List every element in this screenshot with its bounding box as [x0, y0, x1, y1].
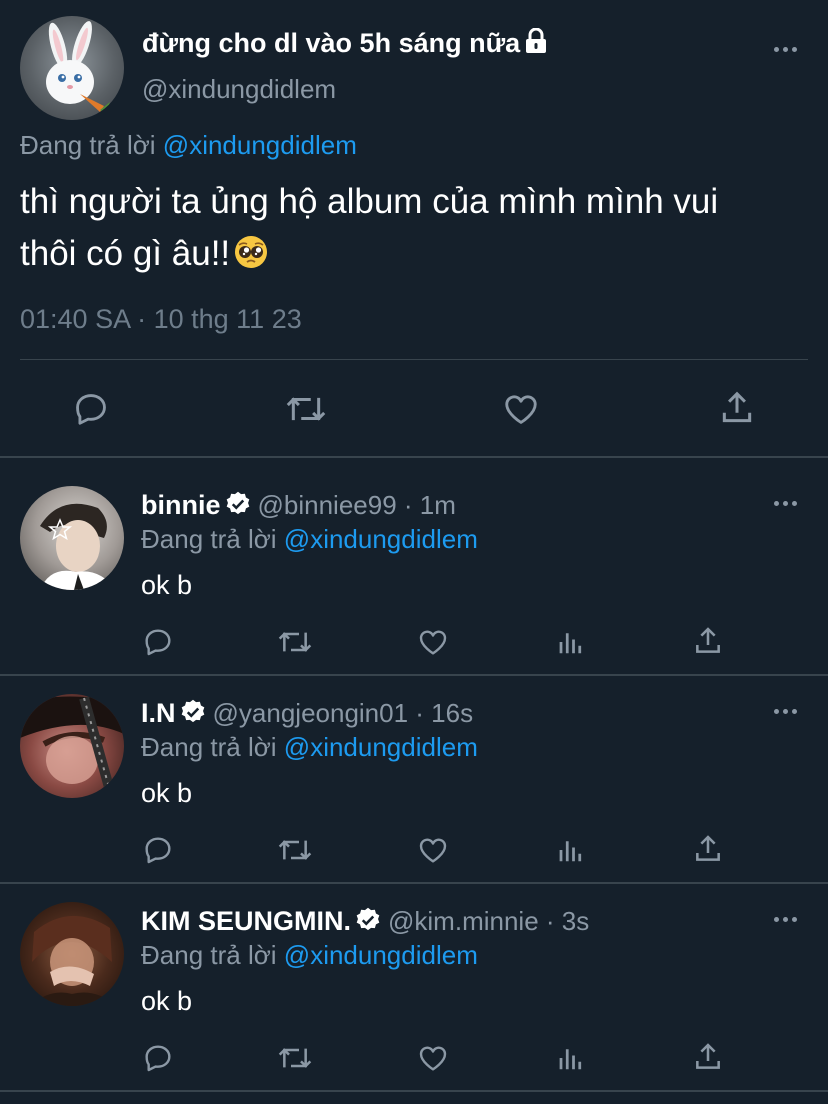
- share-icon[interactable]: [718, 389, 756, 427]
- divider: [20, 359, 808, 360]
- display-name[interactable]: binnie @binniee99 · 1m: [141, 490, 456, 525]
- retweet-icon[interactable]: [285, 390, 327, 428]
- share-icon[interactable]: [692, 833, 724, 865]
- replying-to-mention[interactable]: @xindungdidlem: [284, 940, 478, 970]
- reply-icon[interactable]: [142, 1042, 174, 1074]
- tweet-text-line-content: thôi có gì âu!!: [20, 234, 231, 273]
- retweet-icon[interactable]: [277, 626, 313, 658]
- user-handle[interactable]: @xindungdidlem: [142, 74, 336, 105]
- verified-badge-icon: [354, 906, 382, 941]
- replying-to-mention[interactable]: @xindungdidlem: [163, 130, 357, 160]
- analytics-icon[interactable]: [556, 1043, 586, 1073]
- more-options-icon[interactable]: [772, 498, 802, 508]
- divider: [0, 456, 828, 458]
- user-handle[interactable]: @binniee99 · 1m: [258, 490, 456, 520]
- display-name-text: KIM SEUNGMIN.: [141, 906, 352, 936]
- replying-to: Đang trả lời @xindungdidlem: [141, 940, 478, 971]
- share-icon[interactable]: [692, 1041, 724, 1073]
- more-options-icon[interactable]: [772, 914, 802, 924]
- divider: [0, 882, 828, 884]
- bunny-avatar-image: [46, 21, 110, 114]
- replying-to-label: Đang trả lời: [141, 940, 277, 970]
- retweet-icon[interactable]: [277, 1042, 313, 1074]
- share-icon[interactable]: [692, 625, 724, 657]
- like-icon[interactable]: [416, 834, 450, 866]
- tweet-text: thì người ta ủng hộ album của mình mình …: [20, 176, 810, 284]
- replying-to: Đang trả lời @xindungdidlem: [141, 524, 478, 555]
- user-handle[interactable]: @kim.minnie · 3s: [388, 906, 589, 936]
- verified-badge-icon: [179, 698, 207, 733]
- reply-icon[interactable]: [142, 626, 174, 658]
- display-name[interactable]: đừng cho dl vào 5h sáng nữa: [142, 27, 548, 61]
- tweet-text: ok b: [141, 986, 193, 1016]
- more-options-icon[interactable]: [772, 706, 802, 716]
- like-icon[interactable]: [416, 1042, 450, 1074]
- display-name-text: đừng cho dl vào 5h sáng nữa: [142, 28, 521, 58]
- replying-to-label: Đang trả lời: [141, 524, 277, 554]
- analytics-icon[interactable]: [556, 835, 586, 865]
- tweet-text-line-2: thôi có gì âu!!: [20, 228, 810, 284]
- replying-to: Đang trả lời @xindungdidlem: [141, 732, 478, 763]
- lock-icon: [524, 27, 548, 61]
- reply-icon[interactable]: [72, 390, 110, 428]
- divider: [0, 674, 828, 676]
- avatar[interactable]: [20, 486, 124, 590]
- avatar[interactable]: [20, 902, 124, 1006]
- tweet-text: ok b: [141, 570, 193, 600]
- replying-to-mention[interactable]: @xindungdidlem: [284, 524, 478, 554]
- tweet-text-line: thì người ta ủng hộ album của mình mình …: [20, 182, 719, 221]
- avatar-image: [40, 503, 116, 590]
- reply-tweet[interactable]: KIM SEUNGMIN. @kim.minnie · 3s Đang trả l…: [0, 886, 828, 1094]
- replying-to: Đang trả lời @xindungdidlem: [20, 130, 357, 161]
- like-icon[interactable]: [501, 390, 541, 428]
- tweet-text: ok b: [141, 778, 193, 808]
- avatar-image: [30, 915, 116, 1006]
- retweet-icon[interactable]: [277, 834, 313, 866]
- reply-icon[interactable]: [142, 834, 174, 866]
- avatar[interactable]: [20, 694, 124, 798]
- reply-tweet[interactable]: I.N @yangjeongin01 · 16s Đang trả lời @xi…: [0, 678, 828, 886]
- display-name-text: binnie: [141, 490, 221, 520]
- user-handle[interactable]: @yangjeongin01 · 16s: [213, 698, 474, 728]
- verified-badge-icon: [224, 490, 252, 525]
- display-name[interactable]: KIM SEUNGMIN. @kim.minnie · 3s: [141, 906, 589, 941]
- pleading-face-emoji-icon: [234, 232, 268, 284]
- more-options-icon[interactable]: [772, 44, 802, 54]
- main-tweet: đừng cho dl vào 5h sáng nữa @xindungdidl…: [0, 0, 828, 455]
- display-name[interactable]: I.N @yangjeongin01 · 16s: [141, 698, 473, 733]
- reply-tweet[interactable]: binnie @binniee99 · 1m Đang trả lời @xind…: [0, 470, 828, 678]
- avatar-image: [20, 696, 124, 798]
- like-icon[interactable]: [416, 626, 450, 658]
- divider: [0, 1090, 828, 1092]
- tweet-timestamp[interactable]: 01:40 SA · 10 thg 11 23: [20, 304, 302, 335]
- display-name-text: I.N: [141, 698, 176, 728]
- replying-to-label: Đang trả lời: [141, 732, 277, 762]
- replying-to-mention[interactable]: @xindungdidlem: [284, 732, 478, 762]
- avatar[interactable]: [20, 16, 124, 120]
- analytics-icon[interactable]: [556, 627, 586, 657]
- replying-to-label: Đang trả lời: [20, 130, 156, 160]
